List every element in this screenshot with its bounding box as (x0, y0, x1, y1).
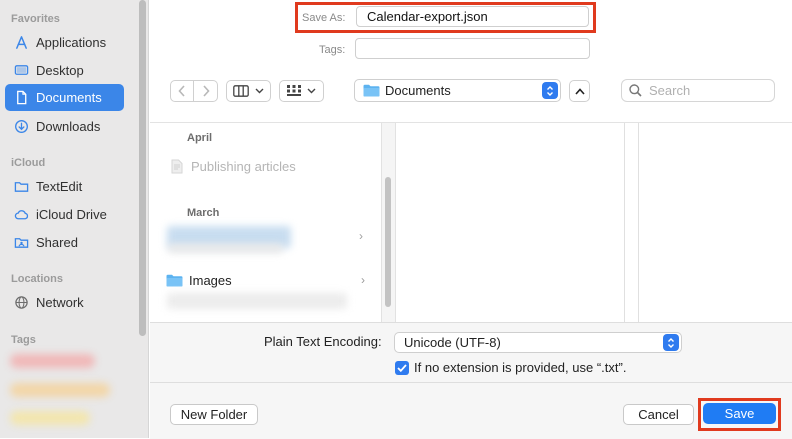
sidebar-item-label: Documents (36, 90, 102, 105)
forward-button[interactable] (194, 80, 218, 102)
list-item[interactable]: Images › (164, 270, 369, 290)
sidebar-item-label: Network (36, 295, 84, 310)
icloud-heading: iCloud (11, 157, 46, 169)
downloads-icon (13, 119, 29, 135)
tags-heading: Tags (11, 334, 36, 346)
search-field[interactable]: Search (621, 79, 775, 102)
sidebar-item-label: TextEdit (36, 179, 83, 194)
sidebar-item-desktop[interactable]: Desktop (5, 57, 124, 84)
location-popup[interactable]: Documents (354, 79, 561, 102)
grid-icon (287, 85, 301, 96)
new-folder-button[interactable]: New Folder (170, 404, 258, 425)
popup-arrows-icon (542, 82, 558, 99)
sidebar-item-textedit[interactable]: TextEdit (5, 173, 124, 200)
shared-folder-icon (13, 235, 29, 251)
location-label: Documents (385, 83, 451, 98)
document-icon (13, 90, 29, 106)
chevron-down-icon (307, 88, 316, 94)
chevron-right-icon: › (361, 273, 365, 287)
file-name: Publishing articles (191, 158, 296, 174)
desktop-icon (13, 63, 29, 79)
encoding-label: Plain Text Encoding: (264, 334, 382, 349)
view-mode-button[interactable] (226, 80, 271, 102)
chevron-down-icon (255, 88, 264, 94)
checkbox-label: If no extension is provided, use “.txt”. (414, 360, 627, 375)
search-icon (629, 84, 642, 97)
sidebar-scrollbar[interactable] (139, 0, 146, 336)
sidebar-item-label: iCloud Drive (36, 207, 107, 222)
tag-red-blurred[interactable] (10, 354, 95, 368)
sidebar: Favorites Applications Desktop Documents… (0, 0, 149, 438)
chevron-up-icon (574, 87, 585, 95)
bottom-bar: New Folder Cancel (150, 382, 792, 439)
chevron-left-icon (178, 85, 185, 97)
sidebar-item-label: Applications (36, 35, 107, 50)
blurred-file-name (168, 244, 283, 253)
group-label-march: March (187, 207, 220, 219)
save-options: Plain Text Encoding: Unicode (UTF-8) If … (150, 322, 792, 383)
file-browser: April Publishing articles March › Images… (150, 122, 792, 323)
folder-icon (13, 179, 29, 195)
sidebar-item-icloud-drive[interactable]: iCloud Drive (5, 201, 124, 228)
browser-column: April Publishing articles March › Images… (150, 123, 381, 323)
blurred-file-name (167, 293, 347, 309)
sidebar-item-label: Downloads (36, 119, 101, 134)
tags-field[interactable] (355, 38, 590, 59)
folder-icon (166, 274, 183, 286)
save-button[interactable]: Save (703, 403, 776, 424)
sidebar-item-label: Shared (36, 235, 78, 250)
checkmark-icon (397, 364, 407, 372)
sidebar-item-documents[interactable]: Documents (5, 84, 124, 111)
browser-scrollbar[interactable] (381, 123, 396, 323)
cancel-button[interactable]: Cancel (623, 404, 694, 425)
txt-extension-checkbox[interactable] (395, 361, 409, 375)
scroll-thumb[interactable] (385, 177, 391, 307)
encoding-popup[interactable]: Unicode (UTF-8) (394, 332, 682, 353)
document-icon (171, 159, 183, 173)
folder-icon (363, 84, 380, 97)
applications-icon (13, 35, 29, 51)
sidebar-item-network[interactable]: Network (5, 289, 124, 316)
sidebar-item-shared[interactable]: Shared (5, 229, 124, 256)
column-divider (624, 123, 625, 323)
tag-orange-blurred[interactable] (10, 383, 110, 397)
expand-collapse-button[interactable] (569, 80, 590, 102)
favorites-heading: Favorites (11, 13, 60, 25)
encoding-value: Unicode (UTF-8) (404, 335, 501, 350)
locations-heading: Locations (11, 273, 63, 285)
popup-arrows-icon (663, 334, 679, 351)
tags-label: Tags: (319, 44, 346, 56)
tag-yellow-blurred[interactable] (10, 411, 90, 425)
search-placeholder: Search (649, 83, 691, 98)
file-name: Images (189, 272, 232, 288)
network-icon (13, 295, 29, 311)
group-label-april: April (187, 132, 213, 144)
group-by-button[interactable] (279, 80, 324, 102)
sidebar-item-applications[interactable]: Applications (5, 29, 124, 56)
column-divider (638, 123, 639, 323)
chevron-right-icon (202, 85, 210, 97)
chevron-right-icon: › (359, 229, 363, 243)
save-as-highlight (295, 2, 596, 33)
back-button[interactable] (170, 80, 194, 102)
sidebar-item-downloads[interactable]: Downloads (5, 113, 124, 140)
list-item[interactable]: Publishing articles (164, 156, 369, 176)
cloud-icon (13, 207, 29, 223)
columns-view-icon (233, 85, 249, 97)
sidebar-item-label: Desktop (36, 63, 84, 78)
